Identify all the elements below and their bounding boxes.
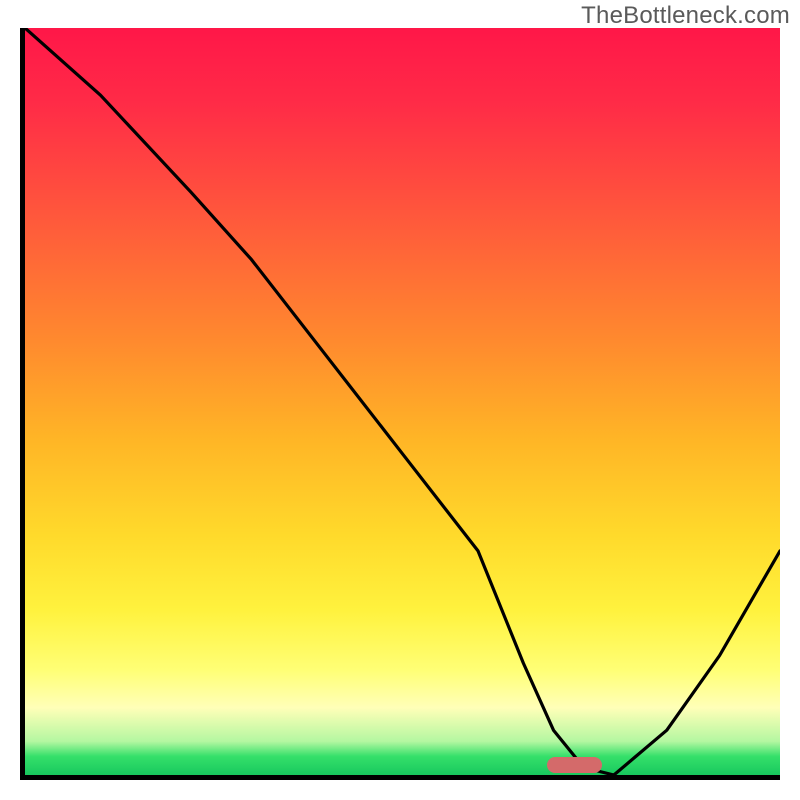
watermark-label: TheBottleneck.com [581, 2, 790, 30]
optimal-marker [547, 757, 602, 773]
plot-area [20, 28, 780, 780]
chart-container: TheBottleneck.com [0, 0, 800, 800]
bottleneck-curve [25, 28, 780, 775]
